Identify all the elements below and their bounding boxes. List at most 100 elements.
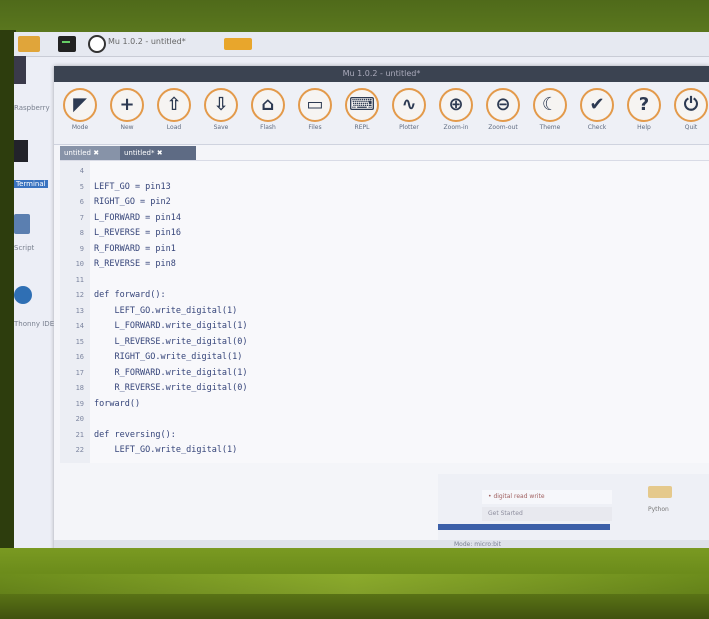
line-number: 12	[75, 291, 84, 299]
line-number: 20	[75, 415, 84, 423]
toolbar-button-zoom-out[interactable]: ⊖ Zoom-out	[483, 88, 523, 142]
line-number: 7	[79, 213, 84, 222]
line-number: 4	[79, 167, 84, 175]
upload-icon: ⇧	[157, 88, 191, 122]
mode-icon: ◤	[63, 88, 97, 122]
toolbar-button-label: Load	[166, 124, 182, 131]
mode-button[interactable]	[648, 486, 672, 498]
line-number: 16	[75, 353, 84, 361]
toolbar-button-load[interactable]: ⇧ Load	[154, 88, 194, 142]
desktop-label: Terminal	[14, 180, 48, 188]
moon-icon: ☾	[533, 88, 567, 122]
toolbar-button-label: Check	[587, 124, 607, 131]
pulse-icon: ∿	[392, 88, 426, 122]
toolbar-button-label: Zoom-in	[443, 124, 469, 131]
zoom-out-icon: ⊖	[486, 88, 520, 122]
code-line: L_REVERSE = pin16	[94, 228, 181, 238]
line-number: 21	[75, 430, 84, 439]
toolbar-button-label: Files	[308, 124, 322, 131]
toolbar-button-quit[interactable]: ⏻ Quit	[671, 88, 709, 142]
folder-icon[interactable]	[18, 36, 40, 52]
toolbar-button-label: Plotter	[399, 124, 419, 131]
toolbar-button-label: Save	[213, 124, 229, 131]
toolbar: ◤ Mode + New ⇧ Load ⇩ Save ⌂ Flash ▭ Files ⌨ REPL ∿ Plo…	[54, 82, 709, 145]
line-number: 6	[79, 198, 84, 206]
toolbar-button-help[interactable]: ? Help	[624, 88, 664, 142]
mu-icon[interactable]	[88, 35, 106, 53]
desktop-label: Raspberry	[14, 104, 50, 112]
code-line: RIGHT_GO = pin2	[94, 197, 171, 207]
toolbar-button-files[interactable]: ▭ Files	[295, 88, 335, 142]
taskbar-active-label[interactable]: Mu 1.0.2 - untitled*	[108, 37, 186, 46]
line-number: 18	[75, 384, 84, 392]
code-line: R_FORWARD.write_digital(1)	[94, 367, 248, 378]
download-icon: ⇩	[204, 88, 238, 122]
tab-untitled-modified[interactable]: untitled* ✖	[120, 146, 196, 160]
code-line: R_REVERSE.write_digital(0)	[94, 383, 248, 393]
line-number: 5	[79, 182, 84, 191]
desktop-icon-ide[interactable]	[14, 286, 32, 304]
mode-button-label: Python	[648, 506, 669, 513]
desktop-icon-top[interactable]	[14, 56, 26, 84]
toolbar-button-flash[interactable]: ⌂ Flash	[248, 88, 288, 142]
taskbar: Mu 1.0.2 - untitled*	[14, 32, 709, 57]
window-title: Mu 1.0.2 - untitled*	[54, 66, 709, 82]
help-icon: ?	[627, 88, 661, 122]
code-line: LEFT_GO = pin13	[94, 181, 171, 192]
code-editor[interactable]: 4 5 LEFT_GO = pin13 6 RIGHT_GO = pin2 7 L_FORW…	[60, 160, 709, 463]
code-line: def reversing():	[94, 429, 176, 440]
line-number: 8	[79, 229, 84, 237]
line-number: 19	[75, 399, 84, 408]
code-line: def forward():	[94, 290, 166, 300]
horizontal-scrollbar[interactable]	[438, 524, 610, 530]
screen: Mu 1.0.2 - untitled* Raspberry Terminal …	[14, 32, 709, 552]
code-line: R_REVERSE = pin8	[94, 259, 176, 269]
keyboard-icon: ⌨	[345, 88, 379, 122]
toolbar-button-mode[interactable]: ◤ Mode	[60, 88, 100, 142]
code-line: LEFT_GO.write_digital(1)	[94, 445, 238, 455]
code-line: forward()	[94, 398, 141, 409]
desktop-icon-script[interactable]	[14, 214, 30, 234]
line-number: 22	[75, 446, 84, 454]
thumbs-up-icon: ✔	[580, 88, 614, 122]
zoom-in-icon: ⊕	[439, 88, 473, 122]
plus-icon: +	[110, 88, 144, 122]
code-line: R_FORWARD = pin1	[94, 243, 176, 254]
code-line: L_FORWARD = pin14	[94, 212, 181, 223]
power-icon: ⏻	[674, 88, 708, 122]
toolbar-button-label: Flash	[260, 124, 276, 131]
terminal-icon[interactable]	[58, 36, 76, 52]
monitor-bezel-bottom	[0, 548, 709, 619]
taskbar-window-button[interactable]	[224, 38, 252, 50]
toolbar-button-label: Mode	[71, 124, 89, 131]
toolbar-button-save[interactable]: ⇩ Save	[201, 88, 241, 142]
line-number: 11	[75, 275, 84, 284]
files-icon: ▭	[298, 88, 332, 122]
toolbar-button-check[interactable]: ✔ Check	[577, 88, 617, 142]
code-line: LEFT_GO.write_digital(1)	[94, 305, 238, 316]
toolbar-button-label: New	[120, 124, 134, 131]
toolbar-button-zoom-in[interactable]: ⊕ Zoom-in	[436, 88, 476, 142]
toolbar-button-repl[interactable]: ⌨ REPL	[342, 88, 382, 142]
toolbar-button-label: REPL	[354, 124, 370, 131]
toolbar-button-label: Theme	[539, 124, 561, 131]
desktop-icon-terminal[interactable]	[14, 140, 28, 162]
line-number: 9	[79, 244, 84, 253]
code-line: L_FORWARD.write_digital(1)	[94, 321, 248, 331]
line-number: 14	[75, 322, 84, 330]
tab-untitled[interactable]: untitled ✖	[60, 146, 126, 160]
desktop-label: Thonny IDE	[14, 320, 55, 328]
toolbar-button-plotter[interactable]: ∿ Plotter	[389, 88, 429, 142]
line-number: 10	[75, 260, 84, 268]
flash-icon: ⌂	[251, 88, 285, 122]
toolbar-button-label: Quit	[684, 124, 698, 131]
line-number: 13	[75, 306, 84, 315]
toolbar-button-label: Zoom-out	[488, 124, 518, 131]
autocomplete-item[interactable]: Get Started	[482, 507, 612, 521]
autocomplete-item[interactable]: • digital read write	[482, 490, 612, 504]
mu-editor-window: Mu 1.0.2 - untitled* ◤ Mode + New ⇧ Load ⇩ Save…	[54, 66, 709, 552]
line-number: 15	[75, 337, 84, 346]
toolbar-button-theme[interactable]: ☾ Theme	[530, 88, 570, 142]
desktop-label: Script	[14, 244, 35, 252]
toolbar-button-new[interactable]: + New	[107, 88, 147, 142]
